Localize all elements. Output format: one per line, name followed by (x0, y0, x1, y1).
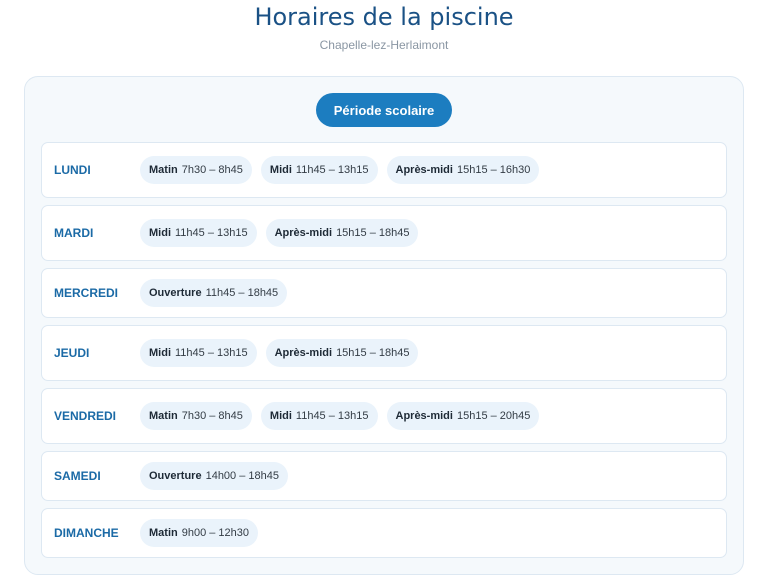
page-title: Horaires de la piscine (254, 3, 514, 31)
slot-label: Après-midi (274, 227, 333, 239)
slot-label: Ouverture (149, 470, 202, 482)
slot-label: Après-midi (395, 410, 453, 422)
page-header: Horaires de la piscine Chapelle-lez-Herl… (0, 0, 768, 53)
slot-list: Matin 7h30 – 8h45 Midi 11h45 – 13h15 Après… (140, 156, 540, 184)
slot-list: Ouverture 11h45 – 18h45 (140, 279, 288, 307)
slot-label: Après-midi (274, 347, 333, 359)
time-slot-chip: Midi 11h45 – 13h15 (140, 219, 257, 247)
slot-time: 11h45 – 18h45 (205, 287, 279, 299)
day-row: SAMEDI Ouverture 14h00 – 18h45 (41, 451, 727, 501)
day-label: JEUDI (54, 346, 90, 360)
day-row: VENDREDI Matin 7h30 – 8h45 Midi 11h45 – 13… (41, 388, 727, 444)
day-row: MERCREDI Ouverture 11h45 – 18h45 (41, 268, 727, 318)
slot-list: Matin 9h00 – 12h30 (140, 519, 259, 547)
time-slot-chip: Matin 7h30 – 8h45 (140, 156, 252, 184)
slot-label: Midi (269, 164, 292, 176)
slot-time: 9h00 – 12h30 (181, 527, 250, 539)
time-slot-chip: Midi 11h45 – 13h15 (260, 156, 378, 184)
time-slot-chip: Après-midi 15h15 – 16h30 (386, 156, 540, 184)
time-slot-chip: Après-midi 15h15 – 18h45 (265, 219, 419, 247)
slot-time: 7h30 – 8h45 (181, 164, 243, 176)
slot-label: Matin (149, 527, 178, 539)
slot-label: Matin (149, 164, 178, 176)
time-slot-chip: Matin 7h30 – 8h45 (140, 402, 252, 430)
day-label: VENDREDI (54, 409, 117, 423)
slot-time: 15h15 – 18h45 (336, 347, 410, 359)
slot-list: Midi 11h45 – 13h15 Après-midi 15h15 – 18h4… (140, 219, 419, 247)
slot-time: 7h30 – 8h45 (181, 410, 243, 422)
slot-time: 11h45 – 13h15 (295, 410, 369, 422)
time-slot-chip: Après-midi 15h15 – 18h45 (265, 339, 419, 367)
day-row: DIMANCHE Matin 9h00 – 12h30 (41, 508, 727, 558)
day-label: SAMEDI (54, 469, 101, 483)
slot-time: 15h15 – 20h45 (456, 410, 531, 422)
slot-time: 11h45 – 13h15 (175, 227, 248, 239)
day-label: DIMANCHE (54, 526, 119, 540)
day-label: LUNDI (54, 163, 91, 177)
day-row: LUNDI Matin 7h30 – 8h45 Midi 11h45 – 13h15… (41, 142, 727, 198)
page-subtitle: Chapelle-lez-Herlaimont (319, 38, 449, 52)
slot-time: 14h00 – 18h45 (205, 470, 279, 482)
slot-list: Matin 7h30 – 8h45 Midi 11h45 – 13h15 Après… (140, 402, 540, 430)
slot-label: Midi (269, 410, 292, 422)
time-slot-chip: Ouverture 11h45 – 18h45 (140, 279, 288, 307)
time-slot-chip: Ouverture 14h00 – 18h45 (140, 462, 288, 490)
day-label: MERCREDI (54, 286, 119, 300)
time-slot-chip: Après-midi 15h15 – 20h45 (386, 402, 540, 430)
slot-label: Matin (149, 410, 178, 422)
slot-time: 11h45 – 13h15 (175, 347, 248, 359)
time-slot-chip: Midi 11h45 – 13h15 (140, 339, 257, 367)
slot-label: Midi (149, 347, 171, 359)
time-slot-chip: Midi 11h45 – 13h15 (260, 402, 378, 430)
slot-list: Midi 11h45 – 13h15 Après-midi 15h15 – 18h4… (140, 339, 419, 367)
day-row: MARDI Midi 11h45 – 13h15 Après-midi 15h15 … (41, 205, 727, 261)
slot-label: Après-midi (395, 164, 453, 176)
schedule-card: Période scolaire LUNDI Matin 7h30 – 8h45 … (24, 76, 744, 575)
day-row: JEUDI Midi 11h45 – 13h15 Après-midi 15h15 … (41, 325, 727, 381)
slot-list: Ouverture 14h00 – 18h45 (140, 462, 288, 490)
slot-time: 15h15 – 16h30 (456, 164, 531, 176)
slot-label: Midi (149, 227, 171, 239)
time-slot-chip: Matin 9h00 – 12h30 (140, 519, 259, 547)
slot-time: 15h15 – 18h45 (336, 227, 410, 239)
period-button[interactable]: Période scolaire (316, 93, 452, 127)
slot-label: Ouverture (149, 287, 202, 299)
day-label: MARDI (54, 226, 94, 240)
slot-time: 11h45 – 13h15 (295, 164, 369, 176)
